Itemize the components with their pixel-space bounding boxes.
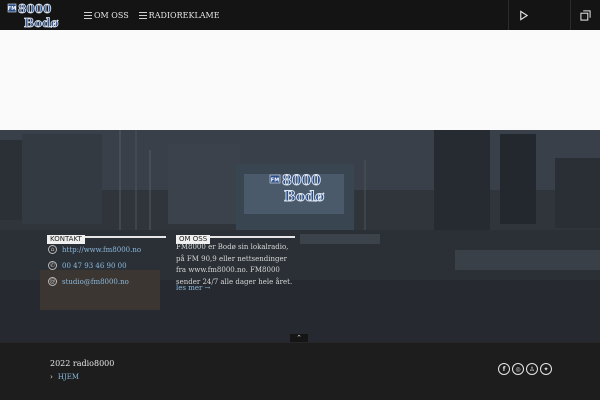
nav-item-radioreklame[interactable]: RADIOREKLAME	[138, 10, 220, 20]
scroll-to-top-button[interactable]: ⌃	[290, 334, 308, 342]
nav-item-om-oss[interactable]: OM OSS	[84, 11, 129, 20]
contact-phone[interactable]: ✆ 00 47 93 46 90 00	[48, 261, 127, 270]
contact-website[interactable]: ⌂ http://www.fm8000.no	[48, 245, 141, 254]
footer-link-hjem[interactable]: › HJEM	[50, 373, 79, 381]
menu-icon	[84, 11, 92, 19]
facebook-icon[interactable]: f	[498, 363, 510, 375]
footer-widgets: FM 8000 Bodø KONTAKT ⌂ http://www.fm8000…	[0, 130, 600, 342]
svg-text:FM: FM	[8, 6, 16, 12]
about-text: FM8000 er Bodø sin lokalradio, på FM 90,…	[176, 243, 293, 286]
content-area	[0, 30, 600, 130]
popout-icon	[580, 9, 591, 21]
site-logo[interactable]: FM 8000 Bodø	[6, 0, 70, 30]
popup-player-button[interactable]	[570, 0, 600, 30]
menu-icon	[138, 11, 147, 19]
contact-heading: KONTAKT	[47, 226, 166, 244]
hero-logo-badge: FM	[271, 178, 279, 184]
contact-email-text[interactable]: studio@fm8000.no	[62, 278, 129, 286]
copyright-text: 2022 radio8000	[50, 359, 115, 368]
social-links: f ◎ ♙ ✦	[498, 363, 552, 375]
contact-website-text[interactable]: http://www.fm8000.no	[62, 246, 141, 254]
logo-text-top: 8000	[18, 2, 51, 16]
play-button[interactable]	[508, 0, 538, 30]
logo-text-bottom: Bodø	[24, 16, 59, 30]
hero-logo: FM 8000 Bodø	[269, 173, 325, 204]
hero-logo-top: 8000	[282, 173, 321, 189]
chevron-right-icon: ›	[50, 373, 53, 381]
contact-phone-text[interactable]: 00 47 93 46 90 00	[62, 262, 127, 270]
top-header: FM 8000 Bodø OM OSS RADIOREKLAME	[0, 0, 600, 30]
nav-item-label: OM OSS	[94, 10, 129, 20]
play-icon	[520, 9, 529, 21]
contact-email[interactable]: @ studio@fm8000.no	[48, 277, 129, 286]
snapchat-icon[interactable]: ♙	[526, 363, 538, 375]
footer-link-label[interactable]: HJEM	[58, 373, 79, 381]
at-icon: @	[48, 277, 57, 286]
home-icon: ⌂	[48, 245, 57, 254]
read-more-link[interactable]: les mer →	[176, 284, 210, 292]
nav-item-label: RADIOREKLAME	[148, 10, 220, 20]
main-nav: OM OSS RADIOREKLAME	[84, 0, 220, 30]
footer: 2022 radio8000 › HJEM f ◎ ♙ ✦	[0, 342, 600, 400]
phone-icon: ✆	[48, 261, 57, 270]
twitter-icon[interactable]: ✦	[540, 363, 552, 375]
about-heading: OM OSS	[176, 226, 295, 244]
contact-heading-label: KONTAKT	[47, 235, 85, 244]
instagram-icon[interactable]: ◎	[512, 363, 524, 375]
hero-logo-bottom: Bodø	[284, 189, 324, 204]
